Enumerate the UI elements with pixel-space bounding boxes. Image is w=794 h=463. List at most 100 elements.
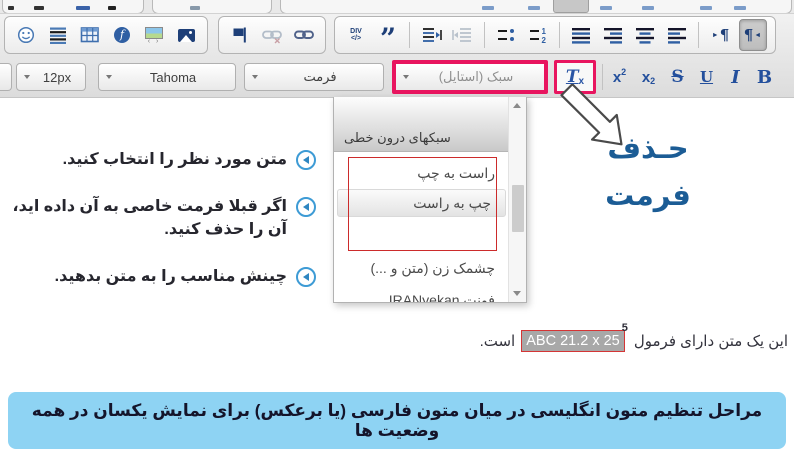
subscript-digit: 2: [650, 76, 655, 86]
chevron-down-icon: [24, 75, 30, 79]
toolbar-row-fonts: 12px Tahoma فرمت سبک (استایل) Tx x2: [0, 57, 794, 97]
bulleted-list-button[interactable]: [493, 20, 519, 50]
icon-fragment: [600, 6, 612, 10]
subscript-button[interactable]: x2: [634, 63, 663, 91]
underline-button[interactable]: U: [692, 63, 721, 91]
icon-fragment: [528, 6, 540, 10]
dropdown-scrollbar[interactable]: [508, 97, 526, 302]
image-icon: [178, 29, 195, 42]
link-button[interactable]: [291, 20, 317, 50]
link-icon: [293, 25, 315, 45]
iframe-button[interactable]: ‹ ›: [141, 20, 167, 50]
paragraph-ltr-icon: ►¶: [711, 26, 729, 44]
bullet-arrow-icon: [296, 267, 316, 287]
justify-button[interactable]: [568, 20, 594, 50]
font-size-select[interactable]: 12px: [16, 63, 86, 91]
style-dropdown-panel: سبکهای درون خطی راست به چپ چپ به راست چش…: [333, 97, 527, 303]
icon-fragment: [642, 6, 654, 10]
pressed-button-fragment[interactable]: [553, 0, 589, 13]
dropdown-group-header: سبکهای درون خطی: [334, 97, 509, 152]
unlink-button[interactable]: [259, 20, 285, 50]
font-family-value: Tahoma: [119, 70, 235, 85]
image-button[interactable]: [173, 20, 199, 50]
div-container-icon: DIV: [350, 28, 362, 35]
toolbar-group-format: DIV </> ”: [334, 16, 776, 54]
align-center-icon: [634, 26, 656, 44]
table-button[interactable]: [77, 20, 103, 50]
icon-fragment: [76, 6, 90, 10]
scroll-up-icon[interactable]: [513, 103, 521, 108]
paragraph-format-value: فرمت: [265, 69, 383, 85]
chevron-down-icon: [106, 75, 112, 79]
scrollbar-thumb[interactable]: [512, 185, 524, 232]
numbered-list-icon: 1 2: [528, 26, 548, 44]
superscript-digit: 2: [621, 67, 626, 77]
subscript-icon: x: [642, 69, 650, 86]
flash-button[interactable]: f: [109, 20, 135, 50]
label-line-2: فرمت: [578, 173, 718, 220]
div-container-button[interactable]: DIV </>: [343, 20, 369, 50]
align-left-button[interactable]: [664, 20, 690, 50]
chevron-down-icon: [252, 75, 258, 79]
italic-icon: I: [731, 67, 739, 88]
blockquote-icon: ”: [380, 32, 396, 46]
blockquote-button[interactable]: ”: [375, 20, 401, 50]
formula-superscript: 5: [622, 322, 628, 334]
toolbar-separator: [698, 22, 699, 48]
list-item: متن مورد نظر را انتخاب کنید.: [6, 148, 316, 171]
chevron-down-icon: [403, 75, 409, 79]
toolbar-group-insert: f ‹ ›: [4, 16, 208, 54]
toolbar-separator: [409, 22, 410, 48]
page-lines-icon: [49, 26, 67, 44]
scroll-down-icon[interactable]: [513, 291, 521, 296]
indent-rtl-icon: [420, 25, 442, 45]
strikethrough-button[interactable]: S: [663, 63, 692, 91]
dropdown-item-blink[interactable]: چشمک زن (متن و ...): [334, 255, 509, 281]
icon-fragment: [34, 6, 44, 10]
toolbar-separator: [559, 22, 560, 48]
unlink-icon: [261, 25, 283, 45]
paragraph-rtl-icon: ¶◄: [744, 26, 762, 44]
paragraph-format-select[interactable]: فرمت: [244, 63, 384, 91]
formula-suffix: است.: [480, 332, 516, 350]
anchor-button[interactable]: [227, 20, 253, 50]
align-right-icon: [602, 26, 624, 44]
page-lines-button[interactable]: [45, 20, 71, 50]
paragraph-rtl-button[interactable]: ¶◄: [739, 19, 767, 51]
style-select[interactable]: سبک (استایل): [392, 60, 548, 94]
icon-fragment: [108, 6, 116, 10]
bold-button[interactable]: B: [750, 63, 779, 91]
icon-fragment: [482, 6, 494, 10]
toolbar-separator: [484, 22, 485, 48]
dropdown-item-font-iranyekan[interactable]: فونت IRANyekan: [334, 287, 509, 303]
align-center-button[interactable]: [632, 20, 658, 50]
dropdown-item-ltr[interactable]: چپ به راست: [337, 189, 506, 217]
underline-icon: U: [700, 68, 713, 86]
superscript-icon: x: [613, 69, 621, 86]
screen: f ‹ ›: [0, 0, 794, 463]
strikethrough-icon: S: [671, 67, 683, 87]
font-size-value: 12px: [37, 70, 85, 85]
iframe-icon: [145, 27, 163, 39]
indent-ltr-button[interactable]: [450, 20, 476, 50]
indent-rtl-button[interactable]: [418, 20, 444, 50]
table-icon: [80, 26, 100, 44]
instructions-list: متن مورد نظر را انتخاب کنید. اگر قبلا فر…: [6, 148, 316, 312]
editor-toolbar: f ‹ ›: [0, 0, 794, 98]
toolbar-group-fragment: [2, 0, 144, 14]
numbered-list-button[interactable]: 1 2: [525, 20, 551, 50]
paragraph-ltr-button[interactable]: ►¶: [707, 20, 733, 50]
instruction-text: متن مورد نظر را انتخاب کنید.: [63, 148, 287, 171]
italic-button[interactable]: I: [721, 63, 750, 91]
bullet-arrow-icon: [296, 197, 316, 217]
bullet-arrow-icon: [296, 150, 316, 170]
icon-fragment: [734, 6, 746, 10]
smiley-button[interactable]: [13, 20, 39, 50]
toolbar-row-icons: f ‹ ›: [0, 13, 794, 57]
formula-selection: ABC 21.2 x 25 5: [521, 330, 628, 352]
list-item: اگر قبلا فرمت خاصی به آن داده اید، آن را…: [6, 195, 316, 241]
font-family-select[interactable]: Tahoma: [98, 63, 236, 91]
align-right-button[interactable]: [600, 20, 626, 50]
formula-prefix: این یک متن دارای فرمول: [634, 332, 788, 350]
dropdown-item-rtl[interactable]: راست به چپ: [334, 160, 509, 186]
